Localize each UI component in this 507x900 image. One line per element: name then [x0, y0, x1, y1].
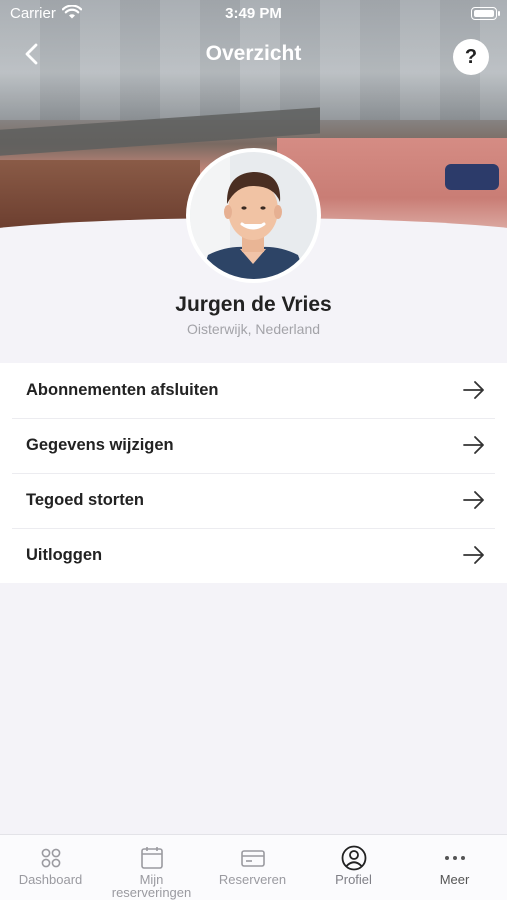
menu-item-edit-details[interactable]: Gegevens wijzigen — [0, 418, 507, 473]
menu-item-subscriptions[interactable]: Abonnementen afsluiten — [0, 363, 507, 418]
dashboard-icon — [41, 848, 61, 868]
profile-menu: Abonnementen afsluiten Gegevens wijzigen… — [0, 363, 507, 583]
card-icon — [241, 850, 265, 867]
menu-item-label: Tegoed storten — [26, 491, 144, 509]
menu-item-label: Uitloggen — [26, 546, 103, 564]
arrow-right-icon — [463, 546, 484, 564]
tab-dashboard[interactable]: Dashboard — [0, 835, 101, 900]
profile-name: Jurgen de Vries — [175, 293, 332, 316]
profile-location: Oisterwijk, Nederland — [186, 321, 321, 337]
profile-icon — [341, 845, 367, 871]
tab-label: Dashboard — [18, 872, 83, 887]
menu-item-deposit-credit[interactable]: Tegoed storten — [0, 473, 507, 528]
status-time: 3:49 PM — [225, 5, 282, 22]
avatar — [186, 148, 321, 283]
battery-icon — [471, 7, 500, 20]
page-title: Overzicht — [205, 42, 302, 65]
tab-my-reservations[interactable]: Mijn reserveringen — [101, 835, 202, 900]
tab-profile[interactable]: Profiel — [303, 835, 404, 900]
arrow-right-icon — [463, 436, 484, 454]
tab-label: Mijn reserveringen — [111, 872, 192, 900]
menu-item-label: Gegevens wijzigen — [26, 436, 174, 454]
tab-label: Reserveren — [218, 872, 287, 887]
status-bar: Carrier 3:49 PM — [0, 0, 507, 28]
tab-bar: Dashboard Mijn reserveringen Reserveren … — [0, 834, 507, 900]
arrow-right-icon — [463, 381, 484, 399]
calendar-icon — [141, 847, 163, 869]
help-button[interactable]: ? — [453, 39, 489, 75]
tab-more[interactable]: Meer — [404, 835, 505, 900]
tab-reserve[interactable]: Reserveren — [202, 835, 303, 900]
tab-label: Profiel — [335, 872, 372, 887]
tab-label: Meer — [439, 872, 470, 887]
photo-flag — [445, 164, 499, 190]
menu-item-logout[interactable]: Uitloggen — [0, 528, 507, 583]
avatar-photo — [190, 152, 317, 279]
menu-item-label: Abonnementen afsluiten — [26, 381, 219, 399]
more-icon — [445, 856, 465, 860]
arrow-right-icon — [463, 491, 484, 509]
nav-bar: Overzicht ? — [0, 28, 507, 82]
